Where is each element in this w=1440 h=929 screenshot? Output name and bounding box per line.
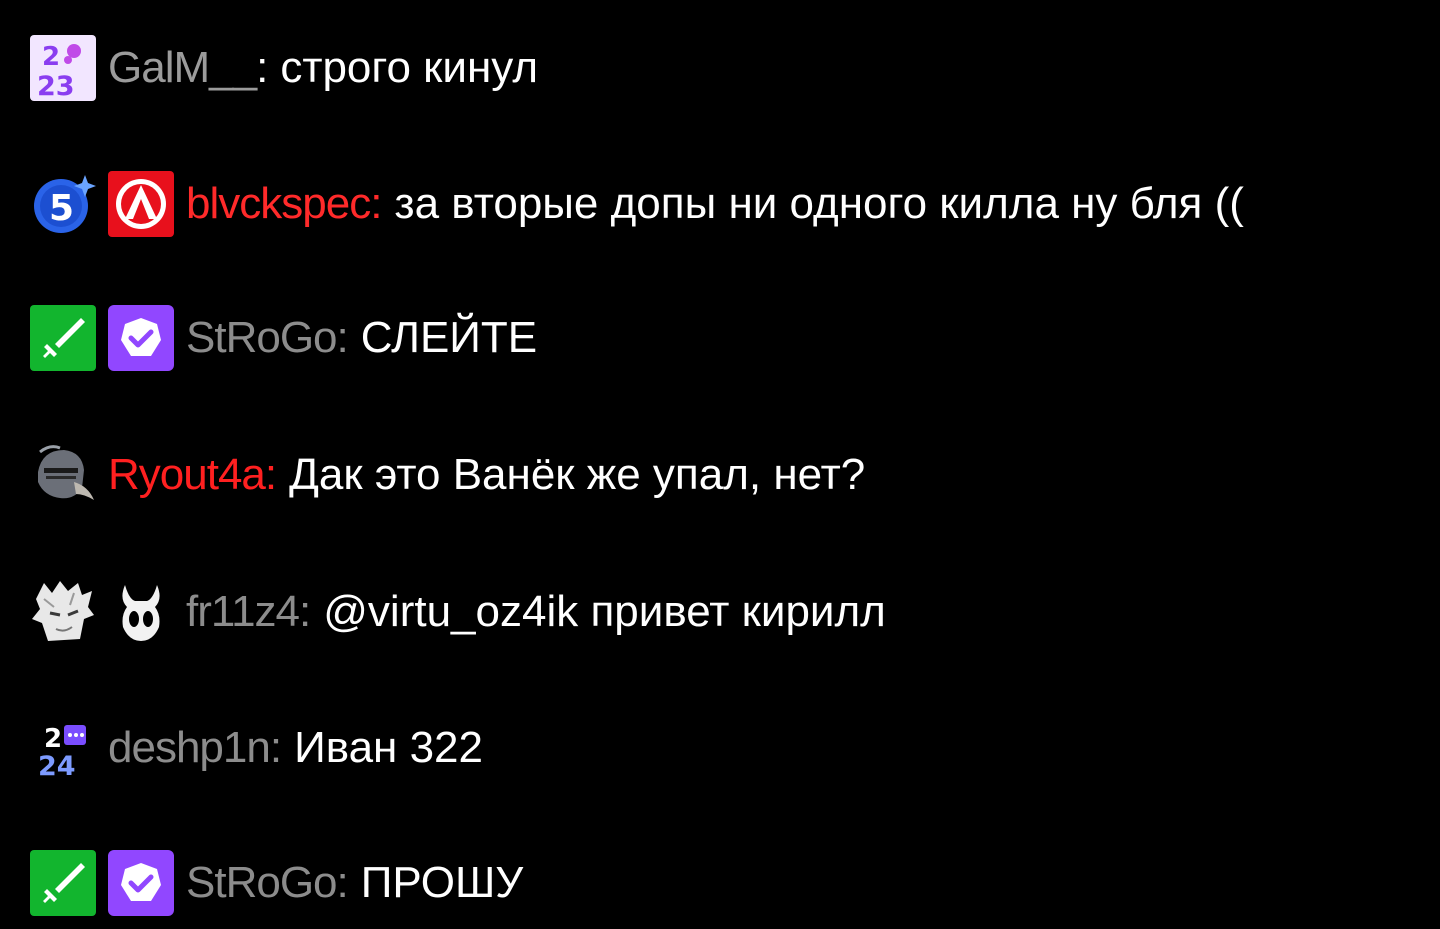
year-2024-badge-icon[interactable]: 2 24: [30, 715, 96, 781]
chat-message-text: ПРОШУ: [360, 858, 524, 907]
chat-message: StRoGo: ПРОШУ: [30, 848, 1430, 918]
chat-message: 5 blvckspec: за вторые допы ни одного ки…: [30, 169, 1430, 239]
chat-message: StRoGo: СЛЕЙТЕ: [30, 303, 1430, 373]
moderator-sword-badge-icon[interactable]: [30, 305, 96, 371]
svg-text:2: 2: [42, 42, 60, 72]
svg-text:5: 5: [49, 188, 74, 229]
chat-author[interactable]: Ryout4a: [108, 453, 266, 497]
chat-author[interactable]: GalM__: [108, 46, 257, 90]
knight-helmet-badge-icon[interactable]: [30, 442, 96, 508]
chat-message-text: за вторые допы ни одного килла ну бля ((: [394, 179, 1244, 228]
verified-badge-icon[interactable]: [108, 850, 174, 916]
anime-avatar-badge-icon[interactable]: [30, 579, 96, 645]
chat-message-text: строго кинул: [280, 43, 539, 92]
chat-message-text: Иван 322: [294, 723, 483, 772]
moderator-sword-badge-icon[interactable]: [30, 850, 96, 916]
chat-author[interactable]: deshp1n: [108, 726, 271, 770]
chat-author[interactable]: blvckspec: [186, 182, 371, 226]
author-separator: :: [269, 723, 283, 772]
author-separator: :: [299, 587, 312, 636]
hollow-knight-badge-icon[interactable]: [108, 579, 174, 645]
chat-message: Ryout4a: Дак это Ванёк же упал, нет?: [30, 440, 1430, 510]
chat-message-text: @virtu_oz4ik привет кирилл: [323, 587, 886, 636]
year-2023-badge-icon[interactable]: 2 23: [30, 35, 96, 101]
author-separator: :: [336, 858, 349, 907]
chat-log: 2 23 GalM__: строго кинул 5 blvckspec: …: [0, 0, 1440, 929]
chat-message: 2 23 GalM__: строго кинул: [30, 33, 1430, 103]
author-separator: :: [264, 450, 278, 499]
game-logo-badge-icon[interactable]: [108, 171, 174, 237]
chat-author[interactable]: StRoGo: [186, 316, 338, 360]
chat-message-text: Дак это Ванёк же упал, нет?: [289, 450, 866, 499]
svg-text:23: 23: [37, 71, 75, 99]
svg-text:24: 24: [38, 751, 76, 779]
author-separator: :: [370, 179, 383, 228]
subscriber-5-badge-icon[interactable]: 5: [30, 171, 96, 237]
chat-author[interactable]: StRoGo: [186, 861, 338, 905]
svg-text:2: 2: [44, 724, 62, 754]
author-separator: :: [336, 313, 349, 362]
verified-badge-icon[interactable]: [108, 305, 174, 371]
chat-message-text: СЛЕЙТЕ: [360, 313, 538, 362]
author-separator: :: [256, 43, 269, 92]
chat-author[interactable]: fr11z4: [186, 590, 300, 634]
chat-message: fr11z4: @virtu_oz4ik привет кирилл: [30, 577, 1430, 647]
chat-message: 2 24 deshp1n: Иван 322: [30, 713, 1430, 783]
